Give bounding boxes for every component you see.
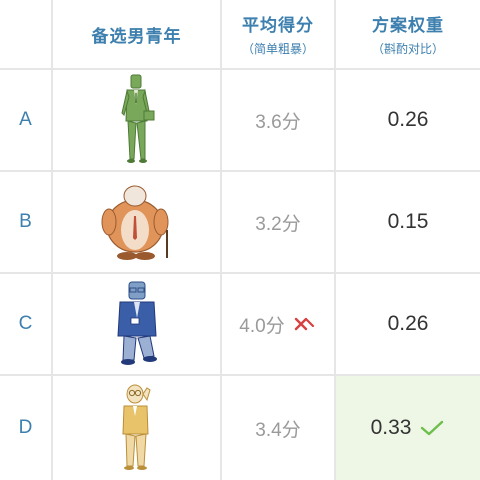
- score-cell: 4.0分: [222, 274, 336, 376]
- check-icon: [419, 419, 445, 437]
- row-label: C: [18, 313, 33, 334]
- score-value: 3.2分: [255, 213, 301, 235]
- row-label: B: [19, 211, 32, 232]
- score-cell: 3.6分: [222, 70, 336, 172]
- header-average-score-title: 平均得分: [242, 16, 314, 36]
- row-label: A: [19, 109, 32, 130]
- avatar-cell: [53, 274, 222, 376]
- row-label-cell: A: [0, 70, 53, 172]
- header-average-score: 平均得分 （简单粗暴）: [222, 0, 336, 70]
- slim-businessman-figure: [120, 74, 154, 163]
- row-label-cell: C: [0, 274, 53, 376]
- corner-cell: [0, 0, 53, 70]
- cross-icon: [293, 316, 317, 332]
- header-weight-title: 方案权重: [372, 16, 444, 36]
- score-cell: 3.2分: [222, 172, 336, 274]
- avatar-cell: [53, 172, 222, 274]
- heavy-man-with-cane-figure: [101, 185, 168, 260]
- score-value: 3.4分: [255, 419, 301, 441]
- header-weight: 方案权重 （斟酌对比）: [336, 0, 480, 70]
- header-weight-subtitle: （斟酌对比）: [371, 42, 444, 56]
- score-value: 4.0分: [239, 315, 285, 337]
- score-cell: 3.4分: [222, 376, 336, 480]
- header-candidates-title: 备选男青年: [91, 26, 182, 47]
- row-label: D: [18, 417, 33, 438]
- young-man-with-glasses-figure: [121, 384, 151, 470]
- header-average-score-subtitle: （简单粗暴）: [241, 42, 314, 56]
- weight-cell: 0.26: [336, 70, 480, 172]
- avatar-cell: [53, 376, 222, 480]
- weight-value: 0.33: [370, 416, 412, 439]
- weight-cell: 0.26: [336, 274, 480, 376]
- score-value: 3.6分: [255, 111, 301, 133]
- header-candidates: 备选男青年: [53, 0, 222, 70]
- weight-value: 0.15: [387, 210, 429, 233]
- avatar-cell: [53, 70, 222, 172]
- row-label-cell: D: [0, 376, 53, 480]
- weight-cell: 0.15: [336, 172, 480, 274]
- comparison-table: 备选男青年 平均得分 （简单粗暴） 方案权重 （斟酌对比） A 3.6分 0.2…: [0, 0, 480, 480]
- man-in-blue-suit-figure: [116, 281, 157, 365]
- weight-value: 0.26: [387, 312, 429, 335]
- weight-cell-best: 0.33: [336, 376, 480, 480]
- row-label-cell: B: [0, 172, 53, 274]
- weight-value: 0.26: [387, 108, 429, 131]
